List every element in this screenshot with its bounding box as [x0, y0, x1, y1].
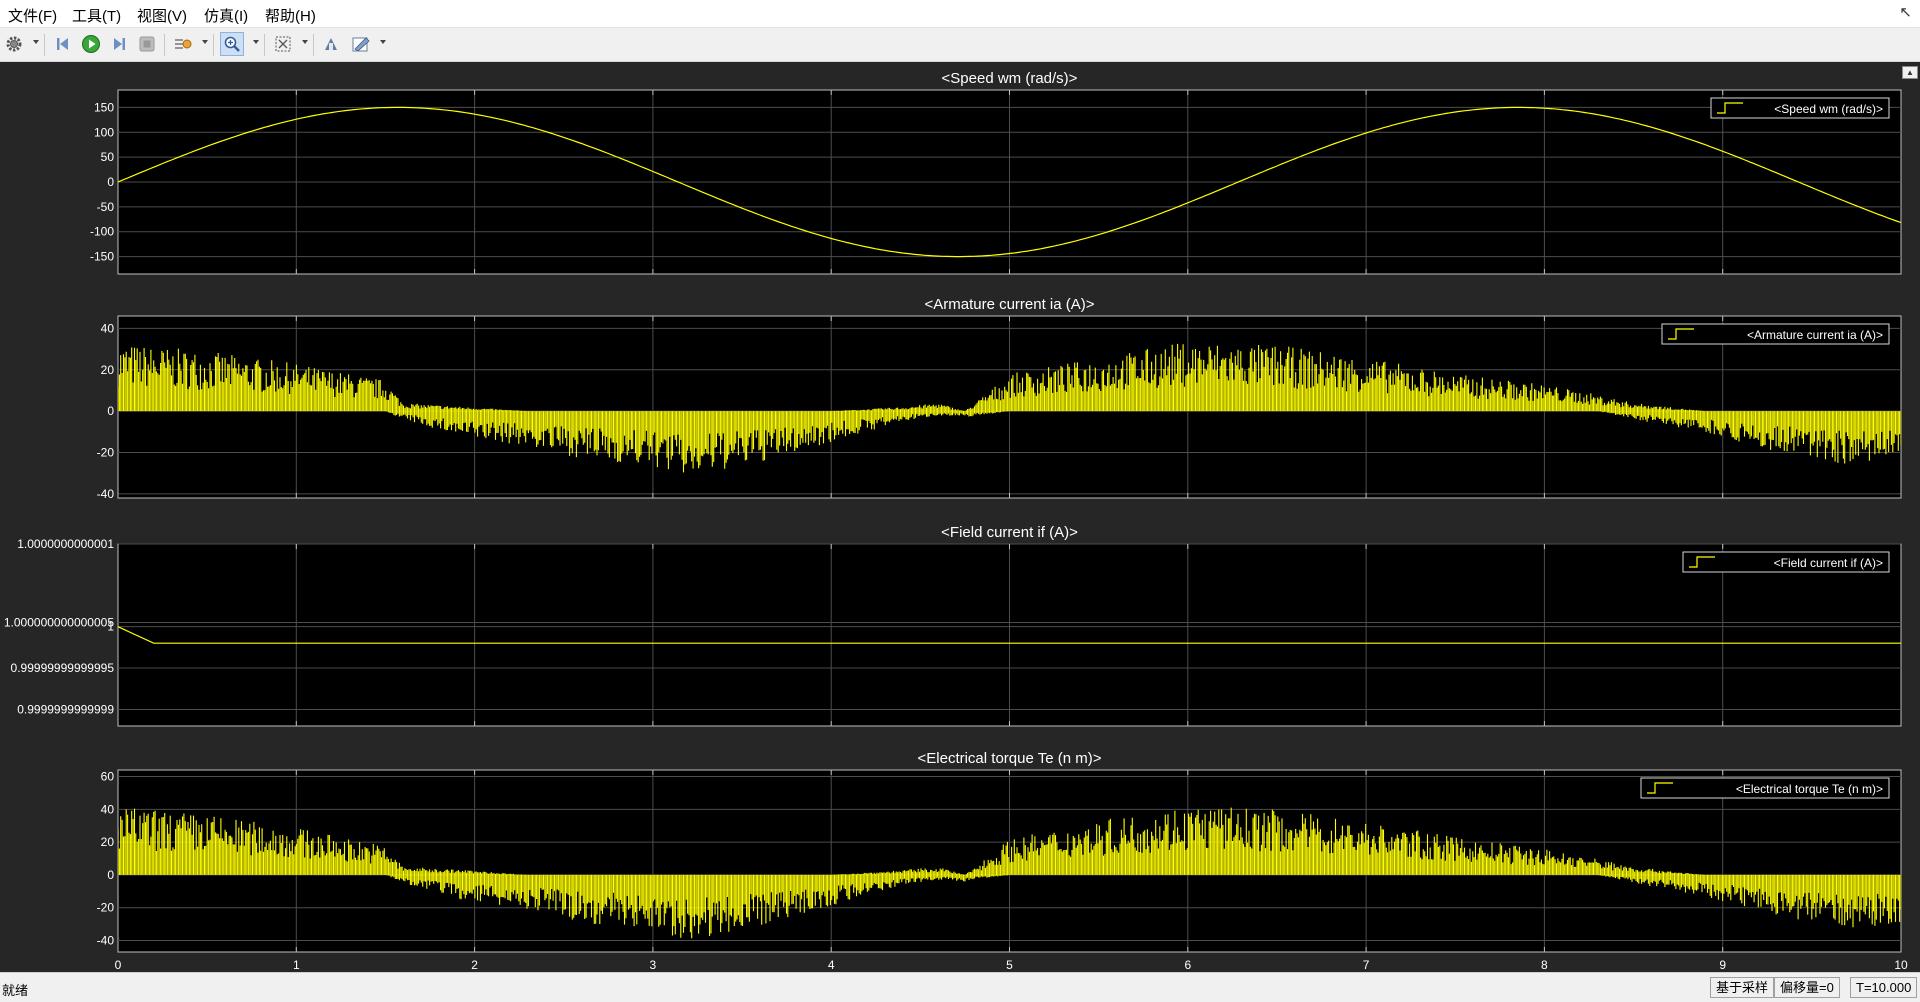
menubar: 文件(F) 工具(T) 视图(V) 仿真(I) 帮助(H) ↖	[0, 0, 1920, 28]
legend-label: <Field current if (A)>	[1774, 556, 1883, 570]
run-icon[interactable]	[80, 33, 102, 55]
zoom-dropdown-icon[interactable]	[253, 40, 259, 44]
scope-axes-3: 0.99999999999990.9999999999999511.000000…	[4, 524, 1902, 727]
settings-dropdown-icon[interactable]	[33, 40, 39, 44]
y-tick-label: 150	[94, 100, 114, 114]
y-tick-label: 100	[94, 125, 114, 139]
toolbar-separator	[44, 34, 45, 56]
highlight-block-icon[interactable]	[320, 33, 342, 55]
y-tick-label: -20	[97, 446, 115, 460]
y-tick-label: 1.0000000000001	[17, 537, 114, 551]
toolbar-separator	[264, 34, 265, 56]
y-tick-label: -40	[97, 934, 115, 948]
x-tick-label: 8	[1541, 958, 1548, 972]
y-tick-label: 40	[101, 802, 115, 816]
x-tick-label: 1	[293, 958, 300, 972]
y-tick-label: 0	[107, 404, 114, 418]
y-tick-label: 50	[101, 150, 115, 164]
legend: <Armature current ia (A)>	[1661, 323, 1890, 345]
undock-button[interactable]: ▲	[1902, 66, 1918, 79]
y-tick-label: 0.9999999999999	[17, 702, 114, 716]
menu-help[interactable]: 帮助(H)	[265, 5, 316, 26]
x-tick-label: 10	[1894, 958, 1908, 972]
x-tick-label: 4	[828, 958, 835, 972]
legend: <Speed wm (rad/s)>	[1710, 97, 1890, 119]
gear-icon[interactable]	[3, 33, 25, 55]
scope-axes-2: -40 -20 0 20 40 <Armature current ia (A)> <Arm…	[97, 296, 1902, 501]
style-icon[interactable]	[350, 33, 372, 55]
y-tick-label: 20	[101, 835, 115, 849]
step-back-icon[interactable]	[52, 33, 74, 55]
legend-label: <Armature current ia (A)>	[1747, 328, 1883, 342]
axes-title: <Field current if (A)>	[941, 524, 1078, 541]
scope-plot-area: -150 -100 -50 0 50 100 150 <Speed wm (rad/s)> <S…	[0, 62, 1920, 972]
fit-to-view-icon[interactable]	[272, 33, 294, 55]
toolbar-separator	[164, 34, 165, 56]
y-tick-label: -100	[90, 225, 114, 239]
toolbar-separator	[213, 34, 214, 56]
toolbar-separator	[313, 34, 314, 56]
x-tick-label: 0	[115, 958, 122, 972]
y-tick-label: 0.99999999999995	[11, 661, 115, 675]
status-sample-based: 基于采样	[1710, 977, 1775, 998]
y-tick-label: 20	[101, 363, 115, 377]
menu-tools[interactable]: 工具(T)	[72, 5, 121, 26]
x-tick-label: 6	[1184, 958, 1191, 972]
signal-dropdown-icon[interactable]	[202, 40, 208, 44]
y-tick-label: 1.000000000000005	[4, 615, 114, 629]
scope-figure[interactable]: -150-100-50050100150<Speed wm (rad/s)><S…	[0, 62, 1920, 972]
step-forward-icon[interactable]	[108, 33, 130, 55]
legend: <Electrical torque Te (n m)>	[1640, 777, 1890, 799]
legend-label: <Electrical torque Te (n m)>	[1736, 782, 1883, 796]
menu-file[interactable]: 文件(F)	[8, 5, 57, 26]
menu-view[interactable]: 视图(V)	[137, 5, 187, 26]
zoom-icon[interactable]	[220, 32, 244, 56]
x-tick-label: 3	[650, 958, 657, 972]
fit-dropdown-icon[interactable]	[302, 40, 308, 44]
y-tick-label: 0	[107, 175, 114, 189]
axes-title: <Speed wm (rad/s)>	[942, 70, 1078, 87]
toolbar	[0, 28, 1920, 62]
x-tick-label: 2	[471, 958, 478, 972]
scope-axes-4: -40-200204060<Electrical torque Te (n m)…	[97, 750, 1908, 972]
axes-title: <Armature current ia (A)>	[924, 296, 1094, 313]
menu-simulation[interactable]: 仿真(I)	[204, 5, 248, 26]
status-offset: 偏移量=0	[1774, 977, 1840, 998]
scope-axes-1: -150 -100 -50 0 50 100 150 <Speed wm (rad/s)> <S…	[90, 70, 1902, 275]
signal-trigger-icon[interactable]	[172, 33, 194, 55]
x-tick-label: 5	[1006, 958, 1013, 972]
x-tick-label: 9	[1719, 958, 1726, 972]
style-dropdown-icon[interactable]	[380, 40, 386, 44]
status-ready-text: 就绪	[2, 983, 29, 998]
y-tick-label: -150	[90, 250, 114, 264]
x-tick-label: 7	[1363, 958, 1370, 972]
y-tick-label: -50	[97, 200, 115, 214]
status-time: T=10.000	[1850, 977, 1918, 998]
stop-icon[interactable]	[136, 33, 158, 55]
axes-title: <Electrical torque Te (n m)>	[918, 750, 1102, 767]
y-tick-label: -40	[97, 487, 115, 501]
y-tick-label: 40	[101, 321, 115, 335]
y-tick-label: 60	[101, 770, 115, 784]
y-tick-label: -20	[97, 901, 115, 915]
status-bar: 就绪 基于采样 偏移量=0 T=10.000	[0, 972, 1920, 1002]
window-menu-arrow-icon[interactable]: ↖	[1899, 3, 1912, 21]
y-tick-label: 0	[107, 868, 114, 882]
legend-label: <Speed wm (rad/s)>	[1774, 102, 1883, 116]
legend: <Field current if (A)>	[1682, 551, 1890, 573]
